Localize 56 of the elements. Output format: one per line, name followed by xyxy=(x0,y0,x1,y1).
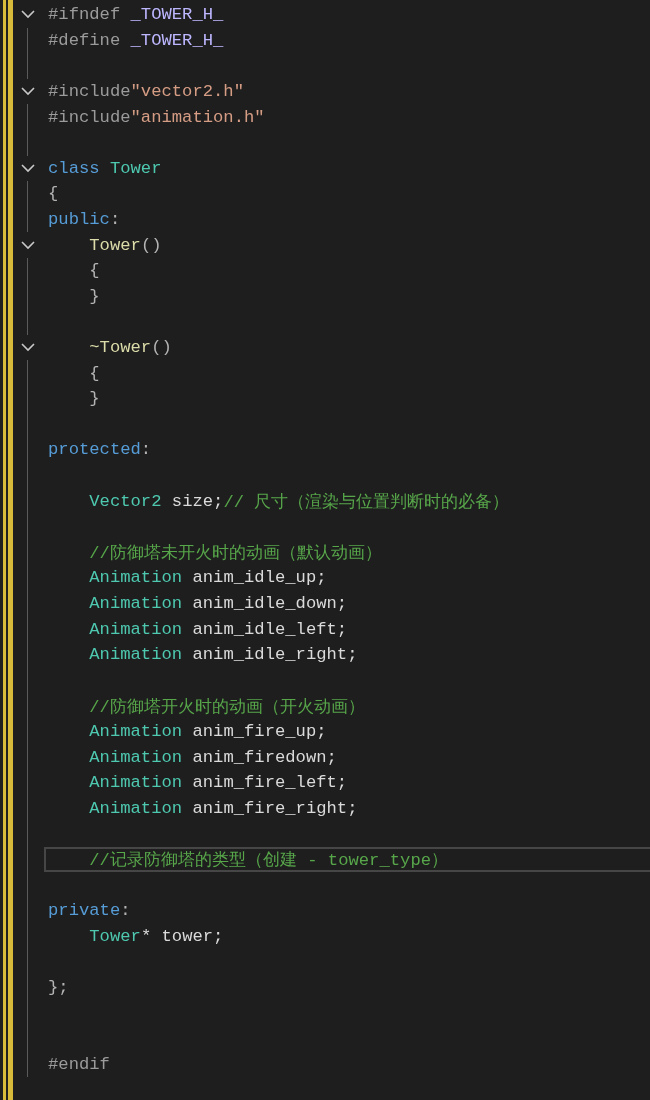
preprocessor-directive: #include xyxy=(48,107,131,127)
code-text: anim_fire_left; xyxy=(191,773,348,793)
type-name: Animation xyxy=(89,645,183,665)
type-name: Animation xyxy=(89,593,183,613)
punctuation: { xyxy=(89,261,100,281)
punctuation: : xyxy=(109,210,121,230)
keyword: class xyxy=(48,158,100,178)
function-name: Tower xyxy=(89,235,141,255)
code-text: size; xyxy=(170,491,224,511)
code-text: anim_fire_up; xyxy=(191,721,327,741)
punctuation: : xyxy=(140,440,152,460)
keyword: private xyxy=(48,901,121,921)
collapse-icon[interactable] xyxy=(21,10,35,20)
keyword: public xyxy=(48,210,110,230)
type-name: Animation xyxy=(89,798,183,818)
punctuation: { xyxy=(48,184,59,204)
type-name: Animation xyxy=(89,619,183,639)
preprocessor-directive: #endif xyxy=(48,1054,110,1074)
type-name: Animation xyxy=(89,747,183,767)
code-comment: //防御塔开火时的动画（开火动画） xyxy=(89,696,365,718)
code-comment: //记录防御塔的类型（创建 - tower_type） xyxy=(89,850,448,872)
collapse-icon[interactable] xyxy=(21,163,35,173)
type-name: Vector2 xyxy=(89,491,162,511)
type-name: Tower xyxy=(108,158,162,178)
type-name: Animation xyxy=(89,721,183,741)
code-comment: // 尺寸（渲染与位置判断时的必备） xyxy=(223,491,510,514)
punctuation: } xyxy=(89,286,100,306)
punctuation: : xyxy=(120,901,131,921)
code-text: anim_firedown; xyxy=(191,747,337,767)
string-literal: "animation.h" xyxy=(130,107,265,127)
punctuation: { xyxy=(89,363,100,383)
code-text: anim_idle_down; xyxy=(191,593,348,613)
preprocessor-directive: #include xyxy=(48,82,131,102)
code-comment: //防御塔未开火时的动画（默认动画） xyxy=(89,543,382,565)
code-text: anim_idle_left; xyxy=(191,619,348,639)
collapse-icon[interactable] xyxy=(21,343,35,352)
keyword: protected xyxy=(48,440,141,460)
punctuation: }; xyxy=(48,977,69,997)
collapse-icon[interactable] xyxy=(21,240,35,250)
preprocessor-directive: #define xyxy=(48,30,121,50)
macro-name: _TOWER_H_ xyxy=(129,5,224,25)
code-text: anim_idle_right; xyxy=(191,645,358,665)
preprocessor-directive: #ifndef xyxy=(48,5,121,25)
function-name: ~Tower xyxy=(89,338,152,357)
type-name: Tower xyxy=(89,926,141,946)
punctuation: () xyxy=(151,338,172,357)
collapse-icon[interactable] xyxy=(21,87,35,97)
code-text: * tower; xyxy=(140,926,224,946)
type-name: Animation xyxy=(89,773,183,793)
code-text: anim_idle_up; xyxy=(191,568,327,588)
punctuation: () xyxy=(140,235,162,255)
code-text: anim_fire_right; xyxy=(191,798,358,818)
type-name: Animation xyxy=(89,568,183,588)
string-literal: "vector2.h" xyxy=(130,82,244,102)
punctuation: } xyxy=(89,389,100,409)
macro-name: _TOWER_H_ xyxy=(129,30,224,50)
